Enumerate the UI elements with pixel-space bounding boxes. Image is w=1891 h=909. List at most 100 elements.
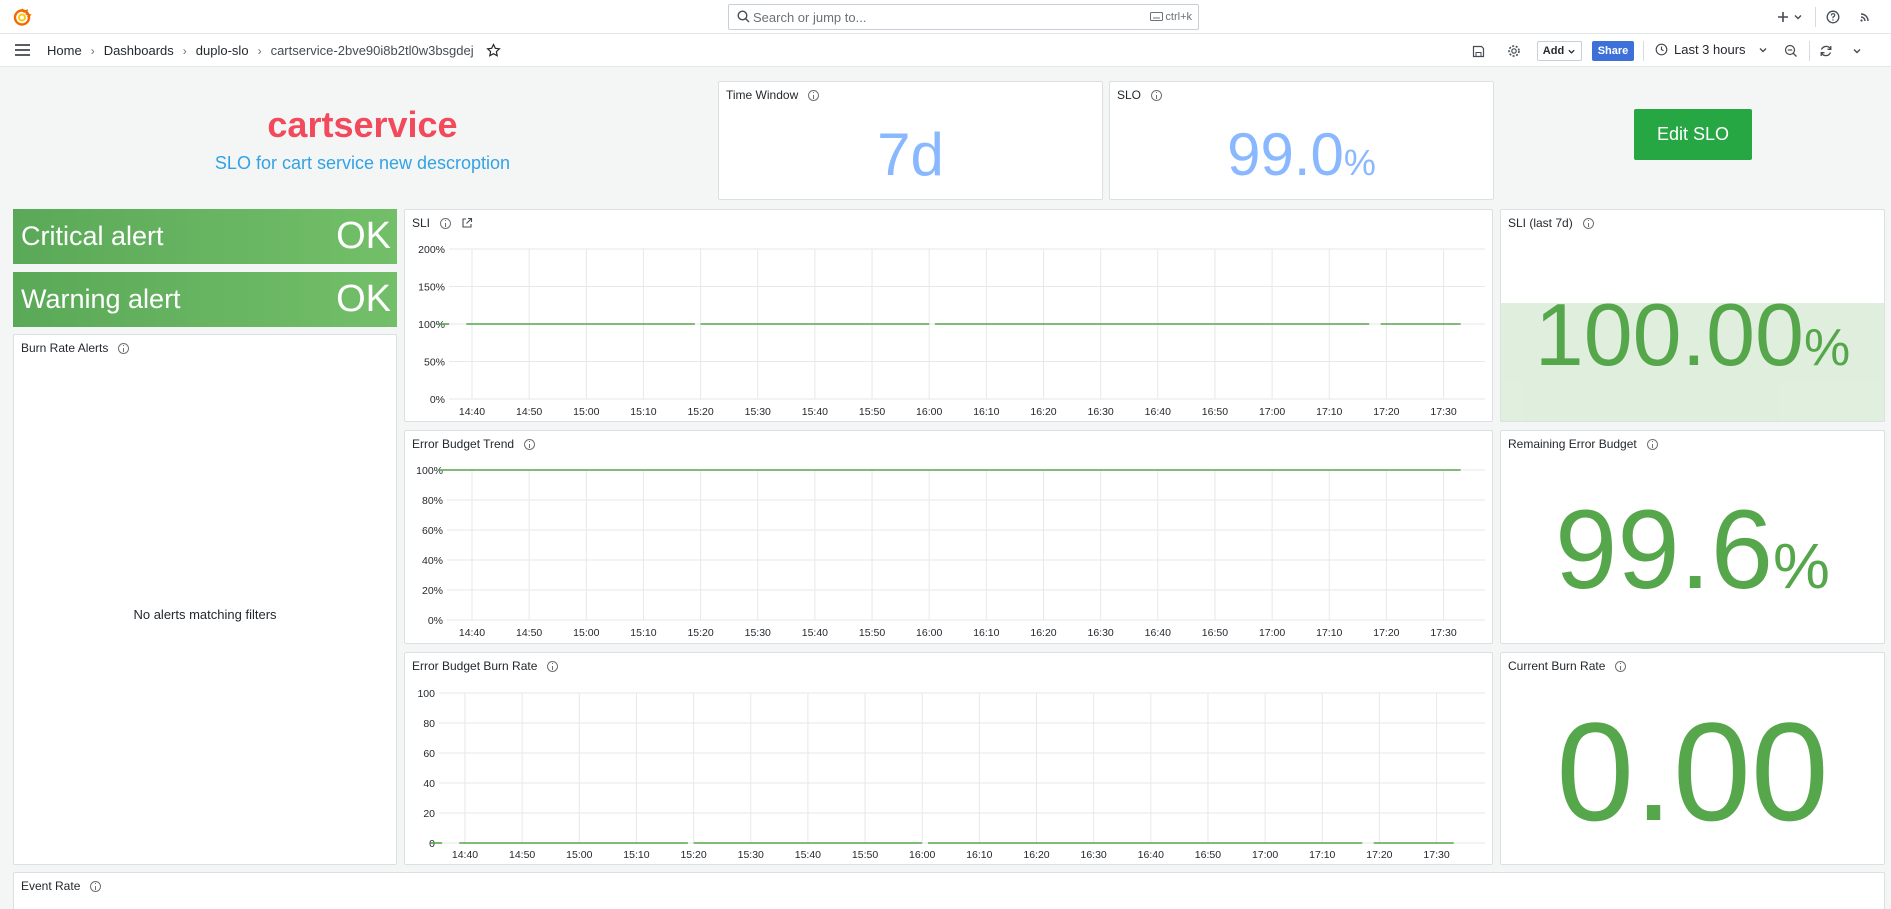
y-tick-label: 0% [428, 615, 443, 627]
y-tick-label: 40 [423, 778, 435, 790]
x-tick-label: 17:10 [1316, 406, 1342, 418]
edit-slo-button[interactable]: Edit SLO [1634, 109, 1752, 160]
save-icon [1472, 45, 1484, 57]
save-dashboard-button[interactable] [1470, 41, 1486, 61]
sli-number: 100.00 [1534, 285, 1804, 384]
sli-last-7d-panel: SLI (last 7d) 100.00% [1500, 209, 1885, 422]
critical-alert-value: OK [336, 215, 391, 257]
panel-title: SLI [412, 216, 473, 230]
panel-title-text: Time Window [726, 88, 799, 102]
search-input[interactable]: Search or jump to... ctrl+k [728, 4, 1199, 30]
x-tick-label: 15:30 [745, 406, 771, 418]
current-burn-rate-value: 0.00 [1556, 693, 1829, 850]
chevron-right-icon: › [90, 43, 95, 58]
x-tick-label: 16:20 [1030, 627, 1056, 639]
breadcrumb-home[interactable]: Home [47, 43, 82, 58]
divider [1809, 41, 1810, 61]
refresh-icon [1820, 45, 1832, 57]
new-menu-button[interactable] [1776, 7, 1803, 27]
panel-title-text: Burn Rate Alerts [21, 341, 109, 355]
y-tick-label: 100% [418, 319, 445, 331]
news-button[interactable] [1858, 7, 1872, 27]
x-tick-label: 16:20 [1030, 406, 1056, 418]
info-icon[interactable] [547, 660, 559, 672]
zoom-out-button[interactable] [1783, 41, 1799, 61]
x-tick-label: 17:00 [1252, 849, 1278, 861]
critical-alert-label: Critical alert [21, 221, 164, 251]
x-tick-label: 16:40 [1138, 849, 1164, 861]
x-tick-label: 14:40 [459, 406, 485, 418]
x-tick-label: 15:50 [852, 849, 878, 861]
x-tick-label: 16:10 [973, 406, 999, 418]
x-tick-label: 15:00 [573, 406, 599, 418]
divider [1643, 41, 1644, 61]
x-tick-label: 17:20 [1373, 627, 1399, 639]
x-tick-label: 15:40 [802, 627, 828, 639]
panel-title-text: SLI (last 7d) [1508, 216, 1573, 230]
add-button[interactable]: Add [1537, 41, 1582, 61]
help-icon [1826, 10, 1840, 24]
info-icon[interactable] [1615, 660, 1627, 672]
time-range-picker[interactable]: Last 3 hours [1655, 42, 1768, 57]
info-icon[interactable] [808, 89, 820, 101]
dashboard-settings-button[interactable] [1506, 41, 1522, 61]
warning-alert-value: OK [336, 278, 391, 320]
y-tick-label: 80 [423, 718, 435, 730]
y-tick-label: 0 [429, 838, 435, 850]
info-icon[interactable] [1646, 438, 1658, 450]
breadcrumb-dashboards[interactable]: Dashboards [104, 43, 174, 58]
x-tick-label: 14:50 [509, 849, 535, 861]
panel-title: Error Budget Burn Rate [412, 659, 559, 673]
info-icon[interactable] [440, 217, 452, 229]
x-tick-label: 15:30 [745, 627, 771, 639]
info-icon[interactable] [90, 880, 102, 892]
panel-title-text: Event Rate [21, 879, 81, 893]
sli-chart-panel: SLI 0% 50% 100% 150% 200% 14:40 14:50 15:00 15:1… [404, 209, 1493, 422]
remaining-unit: % [1773, 530, 1830, 602]
error-budget-trend-chart: 0% 20% 40% 60% 80% 100% 14:40 14:50 15:00 15:10 15… [416, 465, 1485, 639]
y-tick-label: 0% [430, 394, 445, 406]
sli-last-7d-value: 100.00% [1501, 284, 1884, 386]
slo-unit: % [1343, 142, 1376, 183]
x-tick-label: 15:10 [630, 406, 656, 418]
info-icon[interactable] [1151, 89, 1163, 101]
rss-icon [1860, 13, 1869, 22]
search-shortcut: ctrl+k [1150, 11, 1192, 23]
clock-icon [1655, 43, 1668, 56]
refresh-button[interactable] [1818, 41, 1834, 61]
search-shortcut-text: ctrl+k [1165, 11, 1192, 23]
y-tick-label: 150% [418, 282, 445, 294]
x-tick-label: 14:40 [452, 849, 478, 861]
info-icon[interactable] [118, 342, 130, 354]
x-tick-label: 15:40 [802, 406, 828, 418]
breadcrumb-folder[interactable]: duplo-slo [196, 43, 249, 58]
panel-title-text: SLI [412, 216, 431, 230]
y-tick-label: 60% [422, 525, 443, 537]
refresh-interval-button[interactable] [1851, 41, 1863, 61]
y-tick-label: 100% [416, 465, 443, 477]
external-link-icon[interactable] [461, 217, 473, 229]
x-tick-label: 16:10 [973, 627, 999, 639]
chevron-right-icon: › [257, 43, 262, 58]
panel-title: Time Window [726, 88, 820, 102]
y-tick-label: 200% [418, 244, 445, 256]
current-burn-rate-panel: Current Burn Rate 0.00 [1500, 652, 1885, 865]
share-button[interactable]: Share [1592, 41, 1634, 61]
zoom-out-icon [1784, 44, 1797, 57]
grafana-logo-icon[interactable] [12, 7, 32, 27]
help-button[interactable] [1826, 7, 1840, 27]
y-tick-label: 40% [422, 555, 443, 567]
info-icon[interactable] [1582, 217, 1594, 229]
x-tick-label: 17:30 [1430, 406, 1456, 418]
x-tick-label: 17:30 [1430, 627, 1456, 639]
menu-icon[interactable] [14, 43, 31, 57]
x-tick-label: 17:30 [1423, 849, 1449, 861]
x-tick-label: 16:00 [909, 849, 935, 861]
x-tick-label: 17:00 [1259, 406, 1285, 418]
star-icon[interactable] [485, 43, 501, 58]
info-icon[interactable] [524, 438, 536, 450]
panel-title-text: Error Budget Burn Rate [412, 659, 538, 673]
chevron-down-icon [1568, 49, 1575, 54]
x-tick-label: 16:30 [1081, 849, 1107, 861]
panel-title: SLI (last 7d) [1508, 216, 1594, 230]
